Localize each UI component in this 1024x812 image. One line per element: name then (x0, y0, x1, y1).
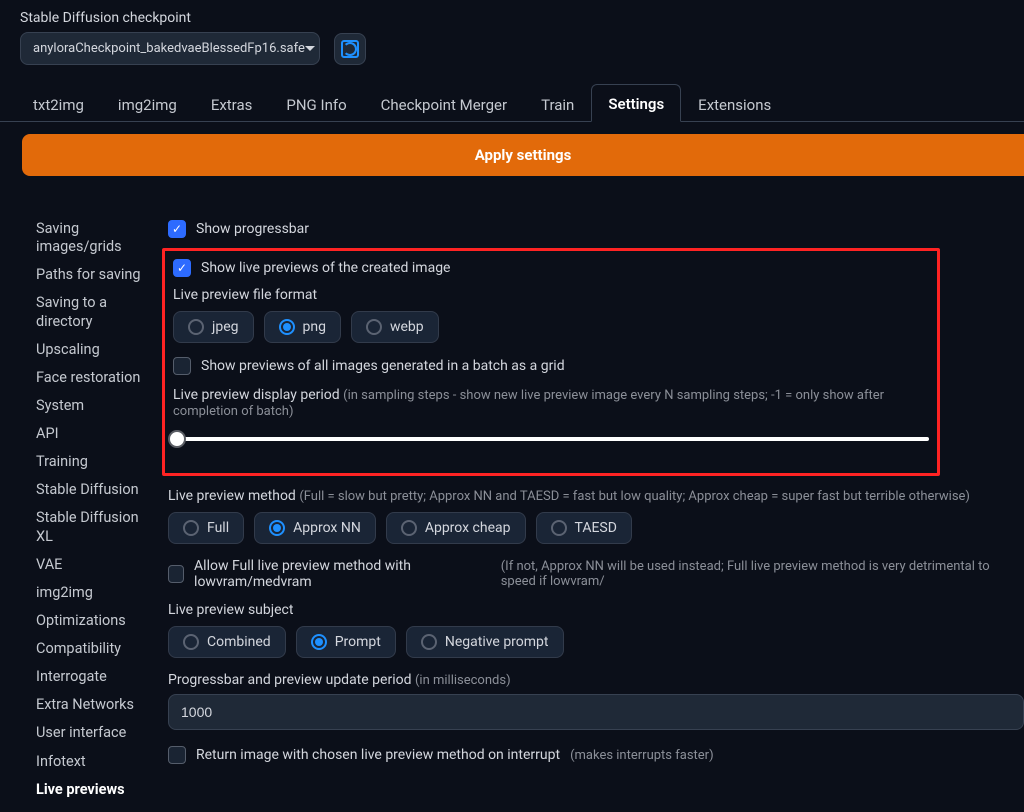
settings-sidebar: Saving images/grids Paths for saving Sav… (0, 220, 150, 799)
subject-combined-radio[interactable]: Combined (168, 626, 286, 658)
sidebar-item-paths[interactable]: Paths for saving (36, 266, 144, 284)
chevron-down-icon (305, 46, 315, 51)
sidebar-item-ui[interactable]: User interface (36, 724, 144, 742)
method-approx-cheap-radio[interactable]: Approx cheap (386, 512, 526, 544)
sidebar-item-extra-networks[interactable]: Extra Networks (36, 696, 144, 714)
sidebar-item-optimizations[interactable]: Optimizations (36, 612, 144, 630)
tab-extras[interactable]: Extras (194, 85, 270, 122)
allow-full-lowvram-checkbox[interactable] (168, 565, 184, 583)
checkpoint-value: anyloraCheckpoint_bakedvaeBlessedFp16.sa… (33, 41, 305, 56)
format-jpeg-radio[interactable]: jpeg (173, 311, 254, 343)
main-tabs: txt2img img2img Extras PNG Info Checkpoi… (0, 83, 1024, 122)
slider-thumb[interactable] (168, 430, 186, 448)
tab-img2img[interactable]: img2img (101, 85, 194, 122)
settings-panel: ✓ Show progressbar ✓ Show live previews … (150, 220, 1024, 774)
format-png-radio[interactable]: png (264, 311, 341, 343)
refresh-checkpoint-button[interactable] (334, 33, 366, 65)
return-on-interrupt-hint: (makes interrupts faster) (570, 748, 714, 763)
sidebar-item-sd[interactable]: Stable Diffusion (36, 481, 144, 499)
sidebar-item-live-previews[interactable]: Live previews (36, 781, 144, 799)
return-on-interrupt-label: Return image with chosen live preview me… (196, 747, 560, 763)
live-preview-format-group: jpeg png webp (173, 311, 929, 343)
method-approx-nn-radio[interactable]: Approx NN (254, 512, 376, 544)
batch-grid-checkbox[interactable] (173, 357, 191, 375)
preview-subject-label: Live preview subject (168, 602, 1024, 618)
subject-prompt-radio[interactable]: Prompt (296, 626, 396, 658)
highlighted-section: ✓ Show live previews of the created imag… (162, 248, 940, 476)
tab-settings[interactable]: Settings (591, 84, 681, 122)
sidebar-item-compatibility[interactable]: Compatibility (36, 640, 144, 658)
format-webp-radio[interactable]: webp (351, 311, 439, 343)
checkmark-icon: ✓ (172, 223, 182, 235)
display-period-slider[interactable] (177, 437, 929, 441)
sidebar-item-system[interactable]: System (36, 397, 144, 415)
tab-train[interactable]: Train (524, 85, 591, 122)
subject-negative-radio[interactable]: Negative prompt (406, 626, 564, 658)
show-progressbar-checkbox[interactable]: ✓ (168, 220, 186, 238)
sidebar-item-infotext[interactable]: Infotext (36, 753, 144, 771)
sidebar-item-sdxl[interactable]: Stable Diffusion XL (36, 509, 144, 545)
preview-method-label: Live preview method (168, 488, 296, 504)
show-live-previews-checkbox[interactable]: ✓ (173, 259, 191, 277)
sidebar-item-api[interactable]: API (36, 425, 144, 443)
show-live-previews-label: Show live previews of the created image (201, 260, 450, 276)
refresh-icon (341, 40, 359, 58)
tab-checkpoint-merger[interactable]: Checkpoint Merger (364, 85, 524, 122)
apply-settings-button[interactable]: Apply settings (22, 134, 1024, 176)
checkmark-icon: ✓ (177, 262, 187, 274)
method-full-radio[interactable]: Full (168, 512, 244, 544)
tab-extensions[interactable]: Extensions (681, 85, 788, 122)
update-period-label: Progressbar and preview update period (168, 672, 411, 688)
sidebar-item-saving-images[interactable]: Saving images/grids (36, 220, 144, 256)
sidebar-item-interrogate[interactable]: Interrogate (36, 668, 144, 686)
display-period-label: Live preview display period (173, 387, 340, 403)
preview-method-group: Full Approx NN Approx cheap TAESD (168, 512, 1024, 544)
sidebar-item-training[interactable]: Training (36, 453, 144, 471)
sidebar-item-saving-dir[interactable]: Saving to a directory (36, 294, 144, 330)
update-period-hint: (in milliseconds) (415, 673, 511, 688)
show-progressbar-label: Show progressbar (196, 221, 309, 237)
sidebar-item-upscaling[interactable]: Upscaling (36, 341, 144, 359)
batch-grid-label: Show previews of all images generated in… (201, 358, 565, 374)
preview-subject-group: Combined Prompt Negative prompt (168, 626, 1024, 658)
allow-full-lowvram-label: Allow Full live preview method with lowv… (194, 558, 491, 590)
allow-full-lowvram-hint: (If not, Approx NN will be used instead;… (501, 559, 1024, 589)
tab-png-info[interactable]: PNG Info (269, 85, 363, 122)
tab-txt2img[interactable]: txt2img (16, 85, 101, 122)
method-taesd-radio[interactable]: TAESD (536, 512, 632, 544)
live-preview-format-label: Live preview file format (173, 287, 929, 303)
checkpoint-select[interactable]: anyloraCheckpoint_bakedvaeBlessedFp16.sa… (20, 32, 320, 65)
sidebar-item-face-restoration[interactable]: Face restoration (36, 369, 144, 387)
checkpoint-label: Stable Diffusion checkpoint (20, 10, 1014, 26)
preview-method-hint: (Full = slow but pretty; Approx NN and T… (299, 489, 970, 504)
update-period-input[interactable] (168, 694, 1024, 730)
sidebar-item-vae[interactable]: VAE (36, 556, 144, 574)
sidebar-item-img2img[interactable]: img2img (36, 584, 144, 602)
return-on-interrupt-checkbox[interactable] (168, 746, 186, 764)
